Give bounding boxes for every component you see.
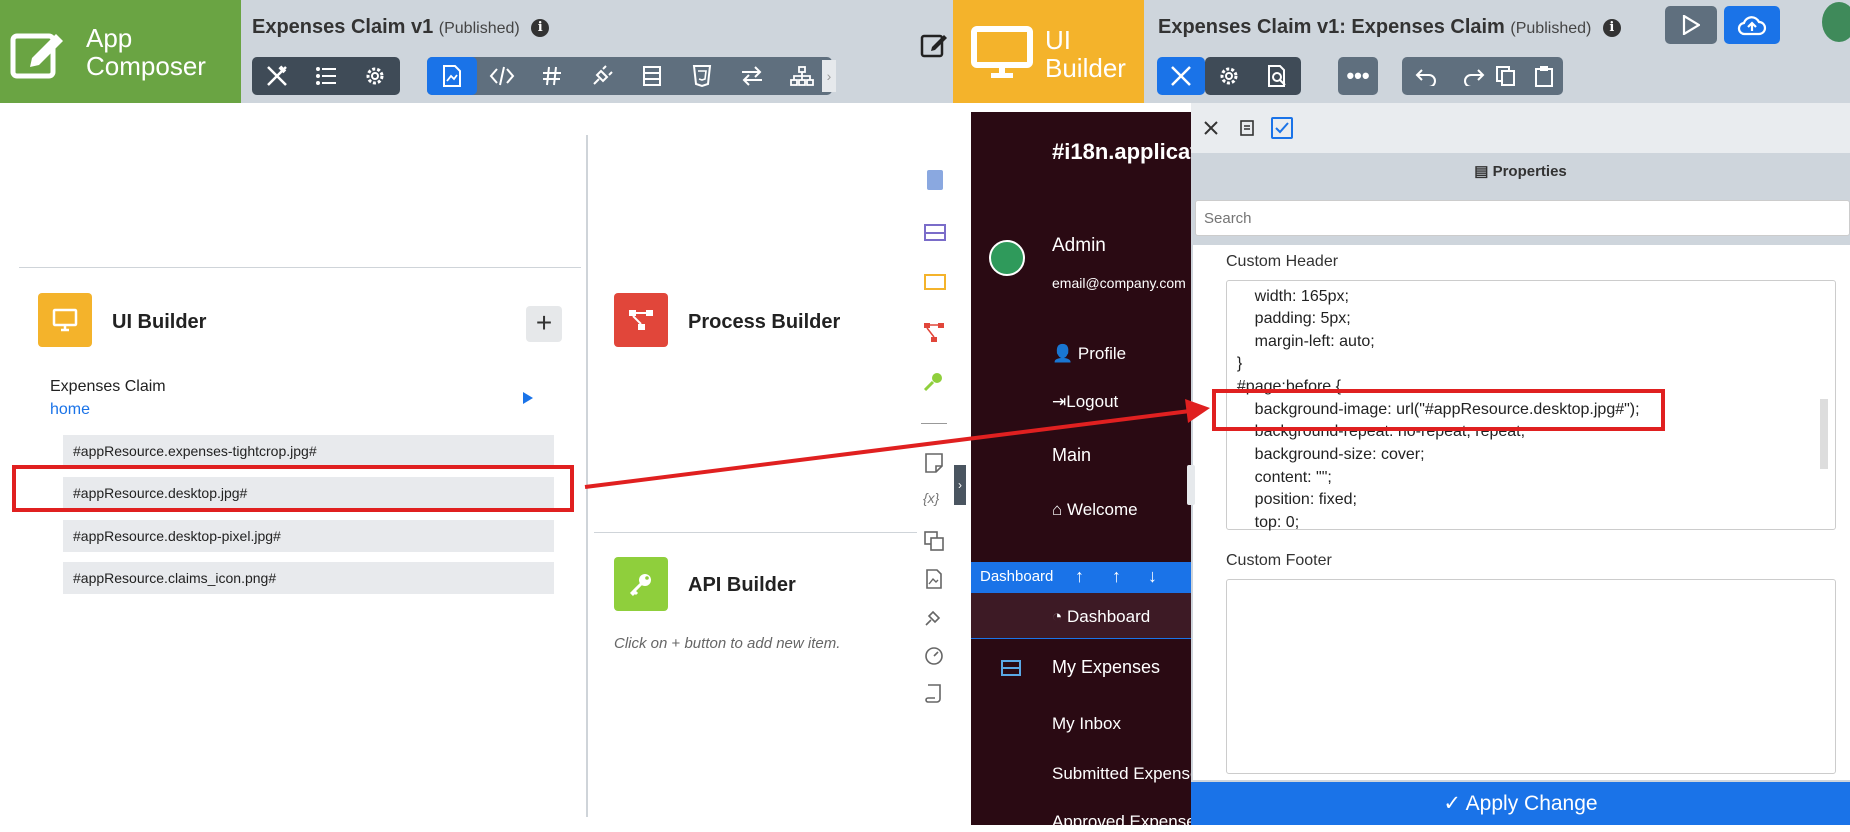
annotation-arrow bbox=[584, 399, 1210, 489]
